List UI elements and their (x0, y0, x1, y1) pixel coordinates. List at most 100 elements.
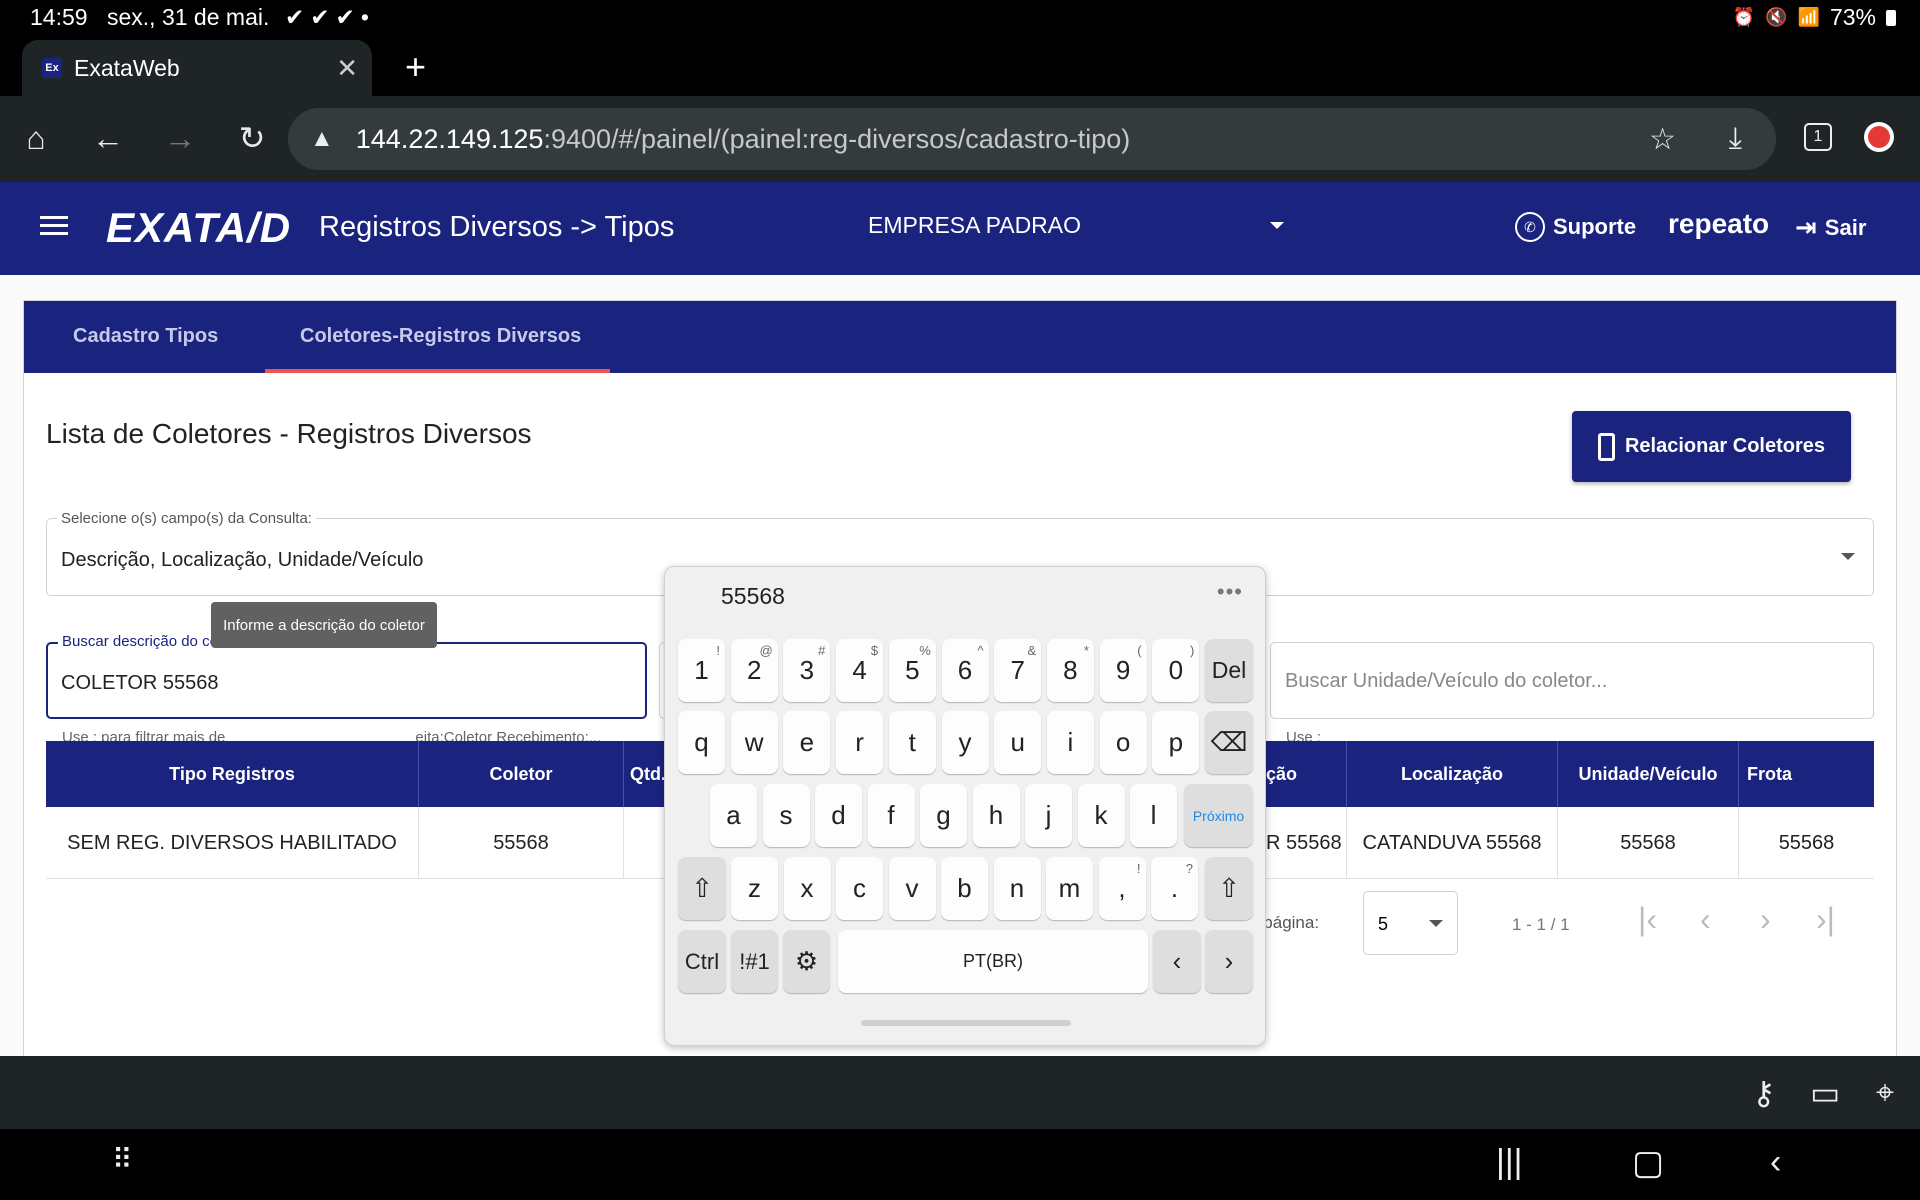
key-t[interactable]: t (888, 711, 936, 774)
key-0[interactable]: 0) (1152, 639, 1200, 702)
bookmark-star-icon[interactable]: ☆ (1649, 122, 1676, 157)
prediction-suggestion[interactable]: 55568 (721, 583, 785, 610)
chevron-down-icon (1429, 920, 1443, 927)
next-page-icon[interactable]: › (1760, 901, 1771, 938)
key-k[interactable]: k (1077, 784, 1125, 847)
key-e[interactable]: e (783, 711, 831, 774)
column-header[interactable]: Frota (1739, 741, 1874, 807)
tab-count-button[interactable]: 1 (1804, 123, 1832, 151)
key-3[interactable]: 3 # (783, 639, 831, 702)
tab-cadastro-tipos[interactable]: Cadastro Tipos (73, 325, 218, 348)
description-search-value[interactable]: COLETOR 55568 (61, 672, 219, 695)
url-text[interactable]: 144.22.149.125:9400/#/painel/(painel:reg… (356, 124, 1131, 155)
last-page-icon[interactable]: ›| (1816, 901, 1835, 938)
column-header[interactable]: Unidade/Veículo (1558, 741, 1739, 807)
key-5[interactable]: 5% (888, 639, 936, 702)
forward-icon[interactable]: → (160, 118, 200, 158)
location-pin-icon[interactable]: ⌖ (1876, 1074, 1894, 1112)
reload-icon[interactable]: ↻ (232, 118, 272, 158)
home-icon[interactable]: ⌂ (16, 118, 56, 158)
key-c[interactable]: c (836, 857, 883, 920)
key-r[interactable]: r (836, 711, 884, 774)
warning-icon[interactable]: ▲ (310, 125, 334, 153)
table-cell: 55568 (1778, 831, 1835, 854)
key-j[interactable]: j (1025, 784, 1072, 847)
back-nav-icon[interactable]: ‹ (1770, 1143, 1781, 1182)
key-g[interactable]: g (920, 784, 967, 847)
key-7[interactable]: 7 & (994, 639, 1042, 702)
key-h[interactable]: h (972, 784, 1020, 847)
key-v[interactable]: v (888, 857, 936, 920)
profile-icon[interactable] (1864, 122, 1894, 152)
cursor-right-key[interactable]: › (1205, 930, 1253, 993)
apps-grid-icon[interactable]: ⠿ (112, 1143, 133, 1176)
key-icon[interactable]: ⚷ (1752, 1074, 1775, 1112)
recents-icon[interactable]: ||| (1496, 1143, 1523, 1182)
key-o[interactable]: o (1099, 711, 1147, 774)
column-header[interactable]: Coletor (419, 741, 624, 807)
page-size-value: 5 (1378, 914, 1389, 934)
logout-button[interactable]: ⇥ Sair (1795, 212, 1866, 243)
key-4[interactable]: 4 $ (836, 639, 884, 702)
key-period[interactable]: .? (1151, 857, 1198, 920)
home-nav-icon[interactable]: ▢ (1632, 1143, 1664, 1183)
cursor-left-key[interactable]: ‹ (1153, 930, 1201, 993)
key-1[interactable]: 1! (678, 639, 725, 702)
download-icon[interactable]: ⤓ (1729, 122, 1742, 156)
chevron-down-icon[interactable] (1270, 222, 1284, 229)
page-size-select[interactable]: 5 (1363, 891, 1458, 955)
key-s[interactable]: s (762, 784, 810, 847)
key-f[interactable]: f (867, 784, 915, 847)
first-page-icon[interactable]: |‹ (1638, 901, 1657, 938)
description-search-input[interactable]: Buscar descrição do coletor... COLETOR 5… (46, 633, 647, 719)
shift-key-left[interactable]: ⇧ (678, 857, 726, 920)
tab-coletores[interactable]: Coletores-Registros Diversos (300, 325, 581, 348)
support-button[interactable]: ✆ Suporte (1515, 212, 1636, 242)
key-q[interactable]: q (678, 711, 725, 774)
next-key[interactable]: Próximo (1184, 784, 1253, 847)
column-header[interactable]: Localização (1347, 741, 1558, 807)
space-key[interactable]: PT(BR) (838, 930, 1148, 993)
column-header[interactable]: ção (1266, 741, 1347, 807)
back-icon[interactable]: ← (88, 118, 128, 158)
chevron-down-icon[interactable] (1841, 553, 1855, 560)
new-tab-icon[interactable]: + (405, 46, 426, 88)
company-select[interactable]: EMPRESA PADRAO (868, 212, 1081, 239)
del-key[interactable]: Del (1205, 639, 1253, 702)
key-2[interactable]: 2 @ (730, 639, 778, 702)
keyboard-handle[interactable] (861, 1020, 1071, 1026)
menu-icon[interactable] (40, 216, 68, 240)
unit-search-input[interactable]: Buscar Unidade/Veículo do coletor... (1270, 642, 1874, 719)
key-z[interactable]: z (731, 857, 778, 920)
key-l[interactable]: l (1130, 784, 1177, 847)
shift-key-right[interactable]: ⇧ (1205, 857, 1253, 920)
more-icon[interactable]: ••• (1217, 579, 1243, 605)
key-x[interactable]: x (783, 857, 831, 920)
key-i[interactable]: i (1046, 711, 1094, 774)
backspace-key[interactable]: ⌫ (1205, 711, 1253, 774)
key-8[interactable]: 8 * (1046, 639, 1094, 702)
close-tab-icon[interactable]: ✕ (336, 53, 358, 84)
symbols-key[interactable]: !#1 (731, 930, 778, 993)
table-cell: CATANDUVA 55568 (1347, 807, 1558, 879)
key-p[interactable]: p (1152, 711, 1200, 774)
relate-collectors-button[interactable]: Relacionar Coletores (1572, 411, 1851, 482)
prev-page-icon[interactable]: ‹ (1700, 901, 1711, 938)
card-icon[interactable]: ▭ (1810, 1074, 1840, 1112)
key-u[interactable]: u (994, 711, 1042, 774)
key-b[interactable]: b (941, 857, 988, 920)
key-m[interactable]: m (1046, 857, 1093, 920)
key-y[interactable]: y (941, 711, 989, 774)
key-w[interactable]: w (730, 711, 778, 774)
settings-gear-icon[interactable]: ⚙ (783, 930, 830, 993)
browser-tab[interactable]: Ex ExataWeb ✕ (22, 40, 372, 96)
key-9[interactable]: 9( (1099, 639, 1147, 702)
column-header[interactable]: Tipo Registros (46, 741, 419, 807)
key-a[interactable]: a (710, 784, 757, 847)
key-n[interactable]: n (993, 857, 1041, 920)
ctrl-key[interactable]: Ctrl (678, 930, 726, 993)
key-d[interactable]: d (815, 784, 862, 847)
key-comma[interactable]: ,! (1098, 857, 1146, 920)
key-6[interactable]: 6 ^ (941, 639, 989, 702)
address-bar[interactable]: ▲ 144.22.149.125:9400/#/painel/(painel:r… (288, 108, 1776, 170)
